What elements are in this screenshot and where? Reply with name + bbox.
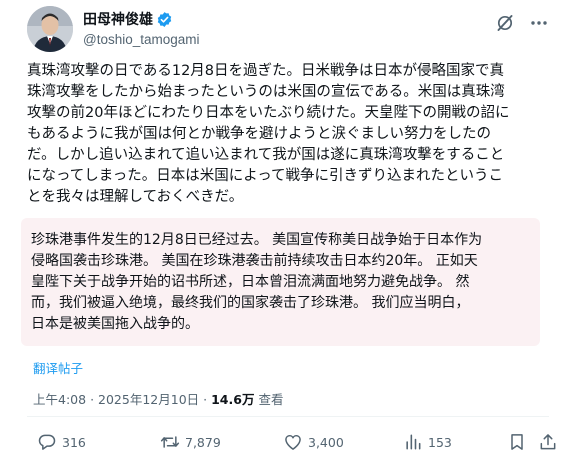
tweet-text-line: 攻撃の前20年ほどにわたり日本をいたぶり続けた。天皇陛下の開戦の詔に [27,105,510,121]
avatar[interactable] [27,6,73,52]
tweet-text-line: だ。しかし追い込まれて追い込まれて我が国は遂に真珠湾攻撃をすること [27,147,505,163]
bookmark-icon [507,432,527,452]
action-bar: 316 7,879 3,400 153 [37,432,556,454]
translation-line: 珍珠港事件发生的12月8日已经过去。 美国宣传称美日战争始于日本作为 [31,232,483,248]
tweet-text-line: 珠湾攻撃をしたから始まったというのは米国の宣伝である。米国は真珠湾 [27,84,505,100]
meta-separator: · [203,392,208,407]
avatar-portrait-icon [27,6,73,52]
repost-button[interactable]: 7,879 [160,432,221,452]
share-icon [538,432,558,452]
author-handle[interactable]: @toshio_tamogami [83,32,200,47]
tweet-text: 真珠湾攻撃の日である12月8日を過ぎた。日米戦争は日本が侵略国家で真 珠湾攻撃を… [27,61,547,208]
views-chart-icon [403,432,423,452]
share-button[interactable] [538,432,558,452]
views-button[interactable]: 153 [403,432,452,452]
views-label: 查看 [258,392,284,407]
translation-line: 而，我们被逼入绝境，最终我们的国家袭击了珍珠港。 我们应当明白， [31,295,470,311]
heart-icon [283,432,303,452]
verified-badge-icon [156,11,173,28]
bookmark-button[interactable] [507,432,527,452]
author-block: 田母神俊雄 @toshio_tamogami [83,9,200,47]
views-count: 14.6万 [211,392,255,407]
repost-icon [160,432,180,452]
translation-box: 珍珠港事件发生的12月8日已经过去。 美国宣传称美日战争始于日本作为 侵略国袭击… [21,218,540,346]
reply-count: 316 [62,434,86,450]
like-button[interactable]: 3,400 [283,432,344,452]
translation-line: 侵略国袭击珍珠港。 美国在珍珠港袭击前持续攻击日本约20年。 正如天 [31,253,478,269]
tweet-post: 田母神俊雄 @toshio_tamogami 真珠湾攻撃の日である12月8日を過… [0,0,563,468]
tweet-text-line: になってしまった。日本は米国によって戦争に引きずり込まれたというこ [27,168,504,184]
tweet-text-line: 真珠湾攻撃の日である12月8日を過ぎた。日米戦争は日本が侵略国家で真 [27,63,505,79]
reply-button[interactable]: 316 [37,432,86,452]
meta-separator: · [90,392,95,407]
translation-line: 皇陛下关于战争开始的诏书所述，日本曾泪流满面地努力避免战争。 然 [31,274,470,290]
tweet-text-line: とを我々は理解しておくべきだ。 [27,189,244,205]
views-action-count: 153 [428,434,452,450]
reply-icon [37,432,57,452]
tweet-text-line: もあるように我が国は何とか戦争を避けようと涙ぐましい努力をしたの [27,126,491,142]
grok-icon[interactable] [495,13,515,33]
translation-line: 日本是被美国拖入战争的。 [31,316,199,332]
post-date[interactable]: 2025年12月10日 [98,392,199,407]
repost-count: 7,879 [185,434,221,450]
divider [27,416,549,417]
more-icon[interactable] [529,13,549,33]
post-time[interactable]: 上午4:08 [33,392,86,407]
header-actions [495,13,549,33]
like-count: 3,400 [308,434,344,450]
translate-post-link[interactable]: 翻译帖子 [33,358,83,377]
post-meta: 上午4:08 · 2025年12月10日 · 14.6万 查看 [33,389,283,408]
author-display-name[interactable]: 田母神俊雄 [83,9,153,29]
